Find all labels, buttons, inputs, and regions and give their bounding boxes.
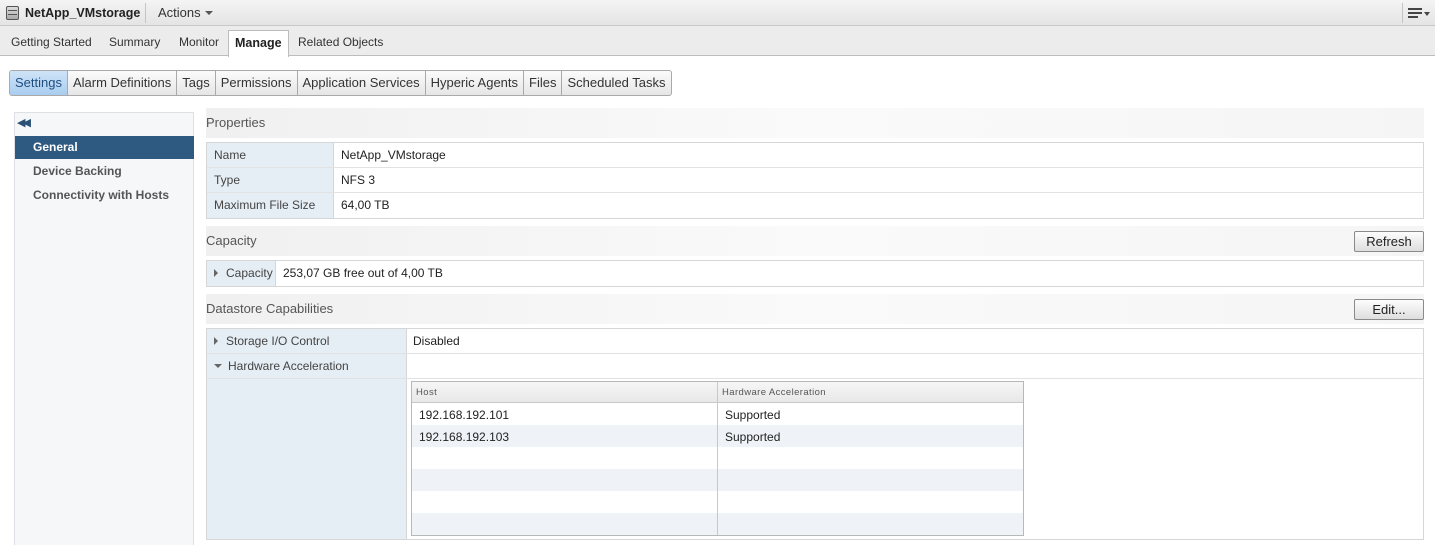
capacity-row[interactable]: Capacity 253,07 GB free out of 4,00 TB: [207, 261, 1423, 286]
subtab-scheduled-tasks[interactable]: Scheduled Tasks: [562, 71, 670, 95]
actions-menu[interactable]: Actions: [158, 5, 213, 20]
properties-header: Properties: [206, 108, 1424, 138]
tab-manage[interactable]: Manage: [228, 30, 289, 57]
hw-accel-expander[interactable]: Hardware Acceleration: [207, 354, 407, 378]
hw-accel-cell: Supported: [725, 408, 781, 422]
double-chevron-left-icon[interactable]: ◀◀: [17, 116, 31, 129]
hw-accel-grid: Host Hardware Acceleration 192.168.192.1…: [411, 381, 1024, 536]
edit-button[interactable]: Edit...: [1354, 299, 1424, 320]
refresh-button[interactable]: Refresh: [1354, 231, 1424, 252]
title-bar: NetApp_VMstorage Actions: [0, 0, 1435, 26]
capability-row[interactable]: Storage I/O Control Disabled: [207, 329, 1423, 354]
collapse-arrow-icon: [214, 364, 222, 368]
menu-icon[interactable]: [1408, 8, 1430, 20]
sub-tabs: Settings Alarm Definitions Tags Permissi…: [9, 70, 672, 96]
property-row: Type NFS 3: [207, 168, 1423, 193]
column-header-hw-accel[interactable]: Hardware Acceleration: [722, 387, 826, 398]
nav-item-device-backing[interactable]: Device Backing: [15, 160, 194, 183]
object-title: NetApp_VMstorage: [25, 6, 141, 20]
column-header-host[interactable]: Host: [416, 387, 437, 398]
main-tabs: Getting Started Summary Monitor Manage R…: [0, 26, 1435, 57]
hw-accel-cell: Supported: [725, 430, 781, 444]
storage-io-label: Storage I/O Control: [226, 334, 330, 348]
tab-getting-started[interactable]: Getting Started: [11, 35, 92, 49]
capacity-value: 253,07 GB free out of 4,00 TB: [283, 266, 443, 280]
expand-arrow-icon: [214, 269, 218, 277]
capability-row[interactable]: Hardware Acceleration: [207, 354, 1423, 379]
property-row: Name NetApp_VMstorage: [207, 143, 1423, 168]
caret-down-icon: [204, 11, 213, 15]
host-cell: 192.168.192.101: [419, 408, 510, 422]
host-cell: 192.168.192.103: [419, 430, 510, 444]
property-row: Maximum File Size 64,00 TB: [207, 193, 1423, 218]
subtab-settings[interactable]: Settings: [10, 71, 68, 95]
divider: [1402, 3, 1403, 23]
divider: [145, 3, 146, 23]
capacity-expander[interactable]: Capacity: [207, 261, 276, 286]
subtab-tags[interactable]: Tags: [177, 71, 216, 95]
tab-related-objects[interactable]: Related Objects: [298, 35, 383, 49]
subtab-alarm-definitions[interactable]: Alarm Definitions: [68, 71, 178, 95]
properties-heading: Properties: [206, 115, 266, 130]
subtab-permissions[interactable]: Permissions: [216, 71, 298, 95]
capacity-table: Capacity 253,07 GB free out of 4,00 TB: [206, 260, 1424, 287]
capacity-heading: Capacity: [206, 233, 257, 248]
capabilities-header: Datastore Capabilities: [206, 294, 1424, 324]
capacity-header: Capacity: [206, 226, 1424, 256]
column-divider[interactable]: [717, 382, 718, 535]
subtab-files[interactable]: Files: [524, 71, 563, 95]
property-label: Maximum File Size: [207, 193, 334, 218]
actions-label: Actions: [158, 5, 201, 20]
settings-nav: ◀◀ General Device Backing Connectivity w…: [14, 112, 194, 545]
property-value: 64,00 TB: [341, 198, 390, 212]
properties-table: Name NetApp_VMstorage Type NFS 3 Maximum…: [206, 142, 1424, 219]
capacity-label: Capacity: [226, 266, 273, 280]
hw-accel-label: Hardware Acceleration: [228, 359, 349, 373]
property-value: NFS 3: [341, 173, 376, 187]
capabilities-heading: Datastore Capabilities: [206, 301, 334, 316]
nav-item-general[interactable]: General: [15, 136, 194, 159]
tab-summary[interactable]: Summary: [109, 35, 160, 49]
property-value: NetApp_VMstorage: [341, 148, 446, 162]
subtab-application-services[interactable]: Application Services: [298, 71, 426, 95]
storage-io-expander[interactable]: Storage I/O Control: [207, 329, 407, 353]
expand-arrow-icon: [214, 337, 218, 345]
subtab-hyperic-agents[interactable]: Hyperic Agents: [426, 71, 525, 95]
datastore-icon: [6, 6, 19, 20]
storage-io-value: Disabled: [413, 334, 460, 348]
property-label: Type: [207, 168, 334, 192]
property-label: Name: [207, 143, 334, 167]
label-column-fill: [207, 379, 407, 539]
nav-item-connectivity-with-hosts[interactable]: Connectivity with Hosts: [15, 184, 194, 207]
tab-monitor[interactable]: Monitor: [179, 35, 219, 49]
